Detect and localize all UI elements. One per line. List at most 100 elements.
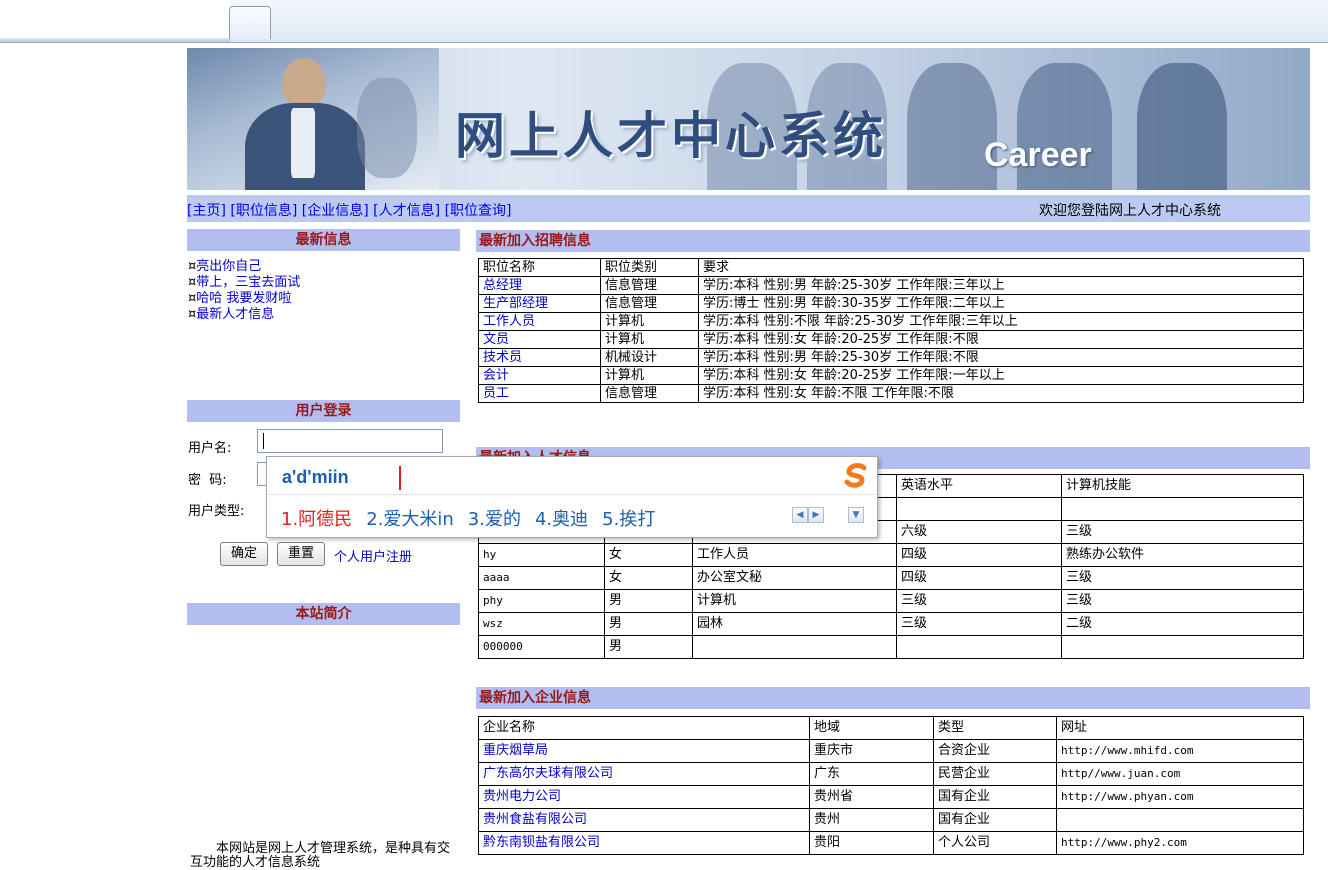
news-item[interactable]: ¤带上，三宝去面试	[188, 275, 300, 291]
table-cell[interactable]: 生产部经理	[478, 294, 601, 313]
intro-header: 本站简介	[187, 603, 460, 625]
table-row: 黔东南钡盐有限公司 贵阳 个人公司 http://www.phy2.com	[478, 831, 1304, 855]
table-cell[interactable]: 工作人员	[478, 312, 601, 331]
table-cell: phy	[478, 589, 605, 613]
news-item-label[interactable]: 最新人才信息	[196, 307, 274, 322]
banner-silhouette	[1137, 63, 1227, 190]
table-cell	[1061, 635, 1304, 659]
table-cell: 学历:本科 性别:女 年龄:不限 工作年限:不限	[698, 384, 1304, 403]
table-cell: 三级	[1061, 589, 1304, 613]
table-cell[interactable]: 黔东南钡盐有限公司	[478, 831, 810, 855]
career-label: Career	[984, 136, 1092, 174]
nav-home-link[interactable]: [主页]	[187, 203, 226, 219]
table-cell: http//www.juan.com	[1056, 762, 1304, 786]
table-cell: 学历:本科 性别:男 年龄:25-30岁 工作年限:不限	[698, 348, 1304, 367]
ime-candidate[interactable]: 4.奥迪	[535, 509, 588, 530]
chevron-right-icon[interactable]: ▶	[808, 507, 824, 523]
table-cell	[1061, 497, 1304, 521]
table-header-cell: 职位名称	[478, 258, 601, 277]
chevron-left-icon[interactable]: ◀	[792, 507, 808, 523]
table-cell[interactable]: 广东高尔夫球有限公司	[478, 762, 810, 786]
news-item[interactable]: ¤亮出你自己	[188, 259, 300, 275]
table-cell: 国有企业	[933, 808, 1057, 832]
ime-separator	[267, 494, 877, 495]
table-cell: 机械设计	[600, 348, 699, 367]
table-cell: 贵州	[809, 808, 934, 832]
table-cell: 三级	[896, 589, 1062, 613]
register-link[interactable]: 个人用户注册	[334, 546, 412, 565]
confirm-button[interactable]: 确定	[220, 542, 268, 566]
table-cell: aaaa	[478, 566, 605, 590]
companies-header: 最新加入企业信息	[476, 687, 1310, 709]
table-row: 广东高尔夫球有限公司 广东 民营企业 http//www.juan.com	[478, 762, 1304, 786]
table-cell: 学历:本科 性别:女 年龄:20-25岁 工作年限:不限	[698, 330, 1304, 349]
chevron-down-icon[interactable]: ▼	[848, 507, 864, 523]
table-cell[interactable]: 总经理	[478, 276, 601, 295]
table-cell: 学历:博士 性别:男 年龄:30-35岁 工作年限:二年以上	[698, 294, 1304, 313]
table-cell: 三级	[1061, 520, 1304, 544]
news-item-label[interactable]: 带上，三宝去面试	[196, 275, 300, 290]
table-cell: 男	[604, 589, 693, 613]
reset-button[interactable]: 重置	[277, 542, 325, 566]
table-cell: http://www.phyan.com	[1056, 785, 1304, 809]
browser-tab-strip	[0, 0, 1328, 43]
intro-text: 本网站是网上人才管理系统，是种具有交互功能的人才信息系统	[190, 841, 451, 870]
ime-candidate[interactable]: 3.爱的	[468, 509, 521, 530]
table-cell[interactable]: 贵州电力公司	[478, 785, 810, 809]
jobs-header: 最新加入招聘信息	[476, 230, 1310, 252]
table-cell: 四级	[896, 566, 1062, 590]
news-item-label[interactable]: 哈哈 我要发财啦	[196, 291, 291, 306]
table-cell[interactable]: 文员	[478, 330, 601, 349]
table-cell: 办公室文秘	[692, 566, 897, 590]
table-row: 000000 男	[478, 635, 1304, 659]
table-row: 技术员 机械设计 学历:本科 性别:男 年龄:25-30岁 工作年限:不限	[478, 348, 1304, 367]
banner-photo	[187, 48, 439, 190]
table-cell: 贵阳	[809, 831, 934, 855]
ime-candidate[interactable]: 1.阿德民	[281, 509, 352, 530]
table-cell: 三级	[1061, 566, 1304, 590]
table-cell: 学历:本科 性别:女 年龄:20-25岁 工作年限:一年以上	[698, 366, 1304, 385]
table-cell	[896, 635, 1062, 659]
table-row: 员工 信息管理 学历:本科 性别:女 年龄:不限 工作年限:不限	[478, 384, 1304, 403]
ime-candidate[interactable]: 2.爱大米in	[366, 509, 454, 530]
table-cell: 工作人员	[692, 543, 897, 567]
ime-candidate-list: 1.阿德民 2.爱大米in 3.爱的 4.奥迪 5.挨打	[281, 505, 669, 531]
table-row: hy 女工作人员 四级 熟练办公软件	[478, 543, 1304, 567]
table-row: 生产部经理 信息管理 学历:博士 性别:男 年龄:30-35岁 工作年限:二年以上	[478, 294, 1304, 313]
table-cell: 二级	[1061, 612, 1304, 636]
background-person	[357, 78, 417, 178]
companies-table: 企业名称 地域 类型 网址 重庆烟草局 重庆市 合资企业 http://www.mhifd.c…	[478, 716, 1304, 855]
table-cell: 园林	[692, 612, 897, 636]
table-cell	[896, 497, 1062, 521]
news-item[interactable]: ¤最新人才信息	[188, 307, 300, 323]
table-cell[interactable]: 技术员	[478, 348, 601, 367]
nav-job-search-link[interactable]: [职位查询]	[445, 203, 512, 219]
usertype-label: 用户类型:	[188, 504, 245, 519]
table-row: 重庆烟草局 重庆市 合资企业 http://www.mhifd.com	[478, 739, 1304, 763]
table-row: 会计 计算机 学历:本科 性别:女 年龄:20-25岁 工作年限:一年以上	[478, 366, 1304, 385]
table-cell: 贵州省	[809, 785, 934, 809]
nav-talents-link[interactable]: [人才信息]	[373, 203, 440, 219]
table-cell: 国有企业	[933, 785, 1057, 809]
table-cell[interactable]: 重庆烟草局	[478, 739, 810, 763]
table-cell: 个人公司	[933, 831, 1057, 855]
table-cell[interactable]: 会计	[478, 366, 601, 385]
news-item-label[interactable]: 亮出你自己	[196, 259, 261, 274]
nav-companies-link[interactable]: [企业信息]	[302, 203, 369, 219]
news-item[interactable]: ¤哈哈 我要发财啦	[188, 291, 300, 307]
password-label: 密 码:	[188, 473, 227, 488]
table-cell: 三级	[896, 612, 1062, 636]
nav-jobs-link[interactable]: [职位信息]	[230, 203, 297, 219]
table-cell: 学历:本科 性别:不限 年龄:25-30岁 工作年限:三年以上	[698, 312, 1304, 331]
table-cell	[1056, 808, 1304, 832]
table-cell: 六级	[896, 520, 1062, 544]
nav-links: [主页] [职位信息] [企业信息] [人才信息] [职位查询]	[187, 200, 512, 220]
browser-tab-active[interactable]	[0, 0, 230, 42]
table-cell[interactable]: 贵州食盐有限公司	[478, 808, 810, 832]
table-cell: 男	[604, 635, 693, 659]
username-input[interactable]	[257, 429, 443, 453]
table-cell[interactable]: 员工	[478, 384, 601, 403]
table-cell: wsz	[478, 612, 605, 636]
new-tab-button[interactable]	[229, 6, 271, 39]
ime-candidate[interactable]: 5.挨打	[602, 509, 655, 530]
